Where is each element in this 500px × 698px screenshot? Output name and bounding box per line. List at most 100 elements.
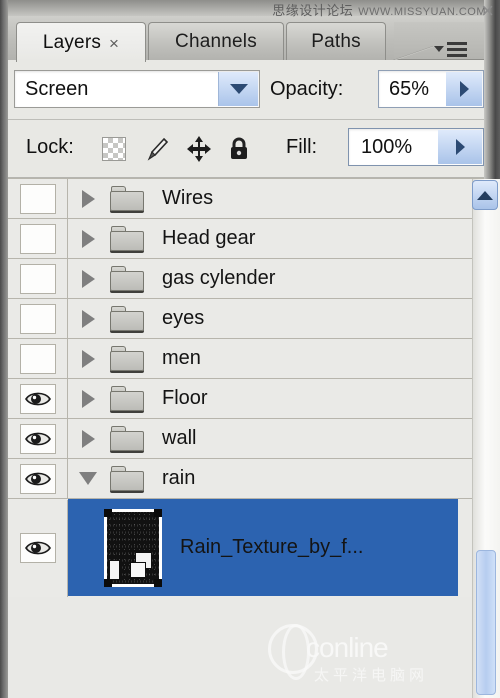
layer-row-wires[interactable]: Wires: [8, 179, 484, 219]
layer-thumbnail[interactable]: [104, 508, 162, 587]
opacity-label: Opacity:: [270, 78, 344, 100]
layer-row-floor[interactable]: Floor: [8, 379, 484, 419]
scrollbar-thumb[interactable]: [476, 550, 496, 695]
hamburger-icon: [447, 41, 467, 57]
group-disclosure-toggle[interactable]: [68, 389, 108, 408]
layer-row-head-gear[interactable]: Head gear: [8, 219, 484, 259]
lock-image-pixels-icon[interactable]: [142, 134, 172, 164]
missyuan-watermark: 思缘设计论坛 WWW.MISSYUAN.COM: [272, 0, 486, 19]
layer-name: men: [162, 347, 201, 369]
opacity-input[interactable]: 65%: [378, 70, 484, 108]
eye-toggle-off-icon[interactable]: [19, 343, 56, 374]
group-disclosure-toggle[interactable]: [68, 309, 108, 328]
opacity-slider-arrow-icon[interactable]: [446, 72, 482, 106]
padlock-icon: [231, 137, 247, 159]
layer-row-eyes[interactable]: eyes: [8, 299, 484, 339]
folder-icon: [110, 305, 144, 332]
group-disclosure-toggle[interactable]: [68, 429, 108, 448]
visibility-cell[interactable]: [8, 419, 68, 458]
blend-mode-select[interactable]: Screen: [14, 70, 260, 108]
visibility-cell[interactable]: [8, 219, 68, 258]
layer-lock-bar: Lock: Fill: 100%: [8, 120, 484, 178]
visibility-cell[interactable]: [8, 499, 68, 597]
photoshop-layers-panel: 思缘设计论坛 WWW.MISSYUAN.COM × Layers × Chann…: [0, 0, 500, 698]
eye-icon: [24, 472, 51, 485]
layer-name: gas cylender: [162, 267, 276, 289]
chevron-down-icon[interactable]: [218, 72, 258, 106]
tab-channels[interactable]: Channels: [148, 22, 284, 60]
folder-icon: [110, 225, 144, 252]
fill-input[interactable]: 100%: [348, 128, 484, 166]
visibility-cell[interactable]: [8, 379, 68, 418]
chevron-down-icon: [434, 46, 444, 52]
layer-row-wall[interactable]: wall: [8, 419, 484, 459]
triangle-right-icon: [81, 309, 95, 328]
blend-mode-value: Screen: [25, 77, 89, 100]
layer-name: Floor: [162, 387, 208, 409]
lock-all-icon[interactable]: [224, 134, 254, 164]
folder-icon: [110, 265, 144, 292]
folder-icon: [110, 185, 144, 212]
scroll-up-icon[interactable]: [472, 180, 498, 210]
layer-name: Rain_Texture_by_f...: [180, 536, 364, 558]
fill-slider-arrow-icon[interactable]: [438, 130, 482, 164]
layer-name: Head gear: [162, 227, 256, 249]
eye-icon: [24, 541, 51, 555]
eye-toggle-off-icon[interactable]: [19, 303, 56, 334]
layer-name: rain: [162, 467, 196, 489]
eye-toggle-off-icon[interactable]: [19, 223, 56, 254]
eye-toggle-on-icon[interactable]: [19, 423, 56, 454]
layer-row-rain-texture[interactable]: Rain_Texture_by_f...: [8, 499, 484, 597]
fill-value: 100%: [361, 135, 413, 158]
visibility-cell[interactable]: [8, 459, 68, 498]
layer-row-gas-cylender[interactable]: gas cylender: [8, 259, 484, 299]
watermark-cn-text: 思缘设计论坛: [272, 3, 354, 18]
panel-tab-strip: Layers × Channels Paths: [8, 16, 484, 62]
group-disclosure-toggle[interactable]: [68, 229, 108, 248]
panel-menu-icon[interactable]: [434, 38, 482, 60]
brush-icon: [147, 137, 169, 161]
eye-icon: [24, 432, 51, 445]
group-disclosure-toggle[interactable]: [68, 472, 108, 485]
eye-toggle-off-icon[interactable]: [19, 183, 56, 214]
group-disclosure-toggle[interactable]: [68, 269, 108, 288]
triangle-right-icon: [81, 269, 95, 288]
eye-toggle-on-icon[interactable]: [19, 533, 56, 563]
group-disclosure-toggle[interactable]: [68, 349, 108, 368]
triangle-right-icon: [81, 349, 95, 368]
eye-toggle-on-icon[interactable]: [19, 463, 56, 494]
smart-object-badge-icon: [129, 551, 157, 580]
tab-channels-label: Channels: [175, 30, 257, 52]
visibility-cell[interactable]: [8, 179, 68, 218]
tab-layers-close-icon[interactable]: ×: [109, 35, 119, 52]
folder-icon: [110, 465, 144, 492]
folder-icon: [110, 345, 144, 372]
eye-toggle-off-icon[interactable]: [19, 263, 56, 294]
tab-paths[interactable]: Paths: [286, 22, 386, 60]
tab-layers-label: Layers: [42, 31, 102, 53]
lock-transparent-pixels-icon[interactable]: [100, 134, 130, 164]
visibility-cell[interactable]: [8, 299, 68, 338]
tab-layers[interactable]: Layers ×: [16, 22, 146, 62]
move-arrows-icon: [187, 136, 211, 162]
lock-label: Lock:: [26, 136, 74, 158]
visibility-cell[interactable]: [8, 339, 68, 378]
triangle-right-icon: [81, 389, 95, 408]
lock-position-icon[interactable]: [184, 134, 214, 164]
tab-paths-label: Paths: [311, 30, 361, 52]
layer-row-rain[interactable]: rain: [8, 459, 484, 499]
layer-row-men[interactable]: men: [8, 339, 484, 379]
triangle-right-icon: [81, 189, 95, 208]
group-disclosure-toggle[interactable]: [68, 189, 108, 208]
window-left-chrome: [0, 0, 8, 698]
eye-icon: [24, 392, 51, 405]
triangle-down-icon: [79, 472, 97, 485]
window-close-icon[interactable]: ×: [481, 0, 494, 24]
visibility-cell[interactable]: [8, 259, 68, 298]
opacity-value: 65%: [389, 77, 430, 100]
triangle-right-icon: [81, 229, 95, 248]
layer-name: wall: [162, 427, 197, 449]
eye-toggle-on-icon[interactable]: [19, 383, 56, 414]
triangle-right-icon: [81, 429, 95, 448]
layer-list[interactable]: Wires Head gear gas cylender eyes men Fl…: [8, 179, 484, 698]
